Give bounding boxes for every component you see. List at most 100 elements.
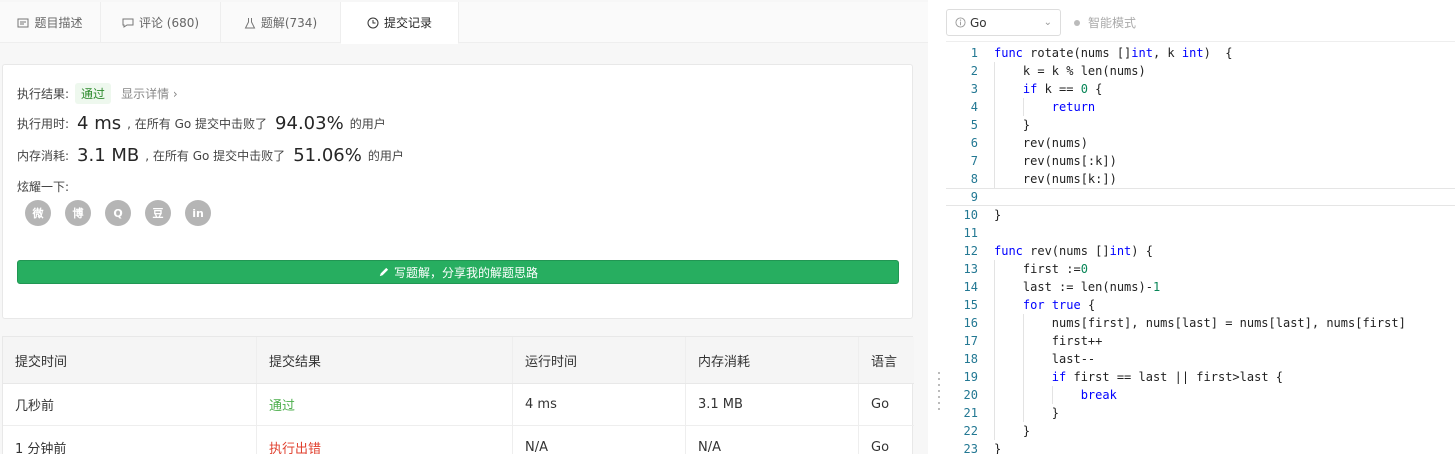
result-row: 执行结果: 通过 显示详情 › xyxy=(17,83,178,104)
code-line[interactable]: 8 rev(nums[k:]) xyxy=(946,170,1455,188)
code-line[interactable]: 6 rev(nums) xyxy=(946,134,1455,152)
line-number: 23 xyxy=(963,442,978,454)
code-line[interactable]: 15 for true { xyxy=(946,296,1455,314)
code-line[interactable]: 5 } xyxy=(946,116,1455,134)
header-cell: 语言 xyxy=(871,354,898,370)
line-number: 8 xyxy=(970,172,978,186)
code-line[interactable]: 12 func rev(nums []int) { xyxy=(946,242,1455,260)
line-number: 6 xyxy=(970,136,978,150)
code-line[interactable]: 3 if k == 0 { xyxy=(946,80,1455,98)
memory-cell: 3.1 MB xyxy=(686,384,859,425)
tab-description[interactable]: 题目描述 xyxy=(0,2,101,43)
submit-status-link[interactable]: 通过 xyxy=(257,384,513,425)
left-pane: 题目描述 评论 (680) 题解(734) 提交记录 执行结果: 通过 显示详情… xyxy=(0,0,928,454)
comment-icon xyxy=(122,18,134,28)
tab-solutions[interactable]: 题解(734) xyxy=(221,2,341,43)
line-number: 9 xyxy=(970,190,978,204)
code-line[interactable]: 22 } xyxy=(946,422,1455,440)
editor-pane: Go ⌄ 智能模式 1 func rotate(nums []int, k int… xyxy=(946,0,1455,454)
code-text: if k == 0 { xyxy=(1022,82,1103,96)
line-number: 18 xyxy=(963,352,978,366)
code-text: } xyxy=(994,442,1002,454)
submit-time: 1 分钟前 xyxy=(3,426,257,454)
pane-resize-handle[interactable] xyxy=(928,0,946,454)
submit-status-link[interactable]: 执行出错 xyxy=(257,426,513,454)
memory-value: 3.1 MB xyxy=(77,145,140,166)
code-text: first++ xyxy=(994,334,1103,348)
language-cell: Go xyxy=(871,439,890,454)
code-text: func rev(nums []int) { xyxy=(994,244,1153,258)
tab-comments[interactable]: 评论 (680) xyxy=(101,2,221,43)
code-line[interactable]: 1 func rotate(nums []int, k int) { xyxy=(946,44,1455,62)
tab-submissions[interactable]: 提交记录 xyxy=(341,2,459,44)
runtime-label: 执行用时: xyxy=(17,117,70,131)
indent-guide xyxy=(994,62,995,188)
code-text: } xyxy=(994,118,1031,132)
language-select[interactable]: Go ⌄ xyxy=(946,9,1061,36)
wechat-icon[interactable]: 微 xyxy=(25,200,51,226)
show-detail-link[interactable]: 显示详情 › xyxy=(121,85,178,102)
tab-label: 题解(734) xyxy=(260,16,318,30)
code-text: } xyxy=(994,424,1031,438)
line-number: 12 xyxy=(963,244,978,258)
code-text: first :=0 xyxy=(994,262,1088,276)
code-line[interactable]: 14 last := len(nums)-1 xyxy=(946,278,1455,296)
code-text: return xyxy=(1051,100,1096,114)
weibo-icon[interactable]: 博 xyxy=(65,200,91,226)
line-number: 20 xyxy=(963,388,978,402)
indent-guide xyxy=(994,260,995,440)
code-line[interactable]: 13 first :=0 xyxy=(946,260,1455,278)
code-text: func rotate(nums []int, k int) { xyxy=(994,46,1233,60)
runtime-row: 执行用时: 4 ms , 在所有 Go 提交中击败了 94.03% 的用户 xyxy=(17,113,386,134)
language-value: Go xyxy=(970,15,987,30)
line-number: 3 xyxy=(970,82,978,96)
code-editor[interactable]: 1 func rotate(nums []int, k int) {2 k = k… xyxy=(946,44,1455,454)
smart-mode-label: 智能模式 xyxy=(1088,16,1137,30)
code-line[interactable]: 9 xyxy=(946,188,1455,206)
share-icons: 微 博 Q 豆 in xyxy=(25,200,211,226)
flask-icon xyxy=(244,17,256,28)
line-number: 7 xyxy=(970,154,978,168)
line-number: 16 xyxy=(963,316,978,330)
code-line[interactable]: 7 rev(nums[:k]) xyxy=(946,152,1455,170)
memory-label: 内存消耗: xyxy=(17,149,70,163)
smart-mode-toggle[interactable]: 智能模式 xyxy=(1074,14,1136,31)
code-line[interactable]: 10} xyxy=(946,206,1455,224)
qq-icon[interactable]: Q xyxy=(105,200,131,226)
code-line[interactable]: 23} xyxy=(946,440,1455,454)
code-line[interactable]: 11 xyxy=(946,224,1455,242)
pencil-icon xyxy=(379,267,389,276)
write-solution-button[interactable]: 写题解，分享我的解题思路 xyxy=(17,260,899,284)
indent-guide xyxy=(1022,314,1024,422)
editor-toolbar: Go ⌄ 智能模式 xyxy=(946,0,1455,42)
runtime-cell: 4 ms xyxy=(513,384,686,425)
line-number: 22 xyxy=(963,424,978,438)
description-icon xyxy=(17,18,29,27)
memory-text: , 在所有 Go 提交中击败了 xyxy=(145,149,286,163)
code-text: if first == last || first>last { xyxy=(1051,370,1283,384)
drag-dots-icon xyxy=(938,372,940,412)
line-number: 5 xyxy=(970,118,978,132)
runtime-cell: N/A xyxy=(513,426,686,454)
status-dot-icon xyxy=(1074,19,1080,26)
line-number: 21 xyxy=(963,406,978,420)
header-cell: 提交结果 xyxy=(257,337,513,383)
runtime-text: , 在所有 Go 提交中击败了 xyxy=(127,117,268,131)
memory-cell: N/A xyxy=(686,426,859,454)
indent-guide xyxy=(1022,98,1024,116)
table-row[interactable]: 1 分钟前 执行出错 N/A N/A Go xyxy=(3,426,914,454)
table-header: 提交时间 提交结果 运行时间 内存消耗 语言 xyxy=(3,337,914,384)
submit-time: 几秒前 xyxy=(3,384,257,425)
code-text: nums[first], nums[last] = nums[last], nu… xyxy=(994,316,1406,330)
code-text: for true { xyxy=(1022,298,1096,312)
table-row[interactable]: 几秒前 通过 4 ms 3.1 MB Go xyxy=(3,384,914,426)
linkedin-icon[interactable]: in xyxy=(185,200,211,226)
clock-icon xyxy=(367,17,379,28)
code-text: } xyxy=(994,208,1002,222)
douban-icon[interactable]: 豆 xyxy=(145,200,171,226)
code-line[interactable]: 2 k = k % len(nums) xyxy=(946,62,1455,80)
line-number: 2 xyxy=(970,64,978,78)
line-number: 14 xyxy=(963,280,978,294)
header-cell: 运行时间 xyxy=(513,337,686,383)
line-number: 4 xyxy=(970,100,978,114)
